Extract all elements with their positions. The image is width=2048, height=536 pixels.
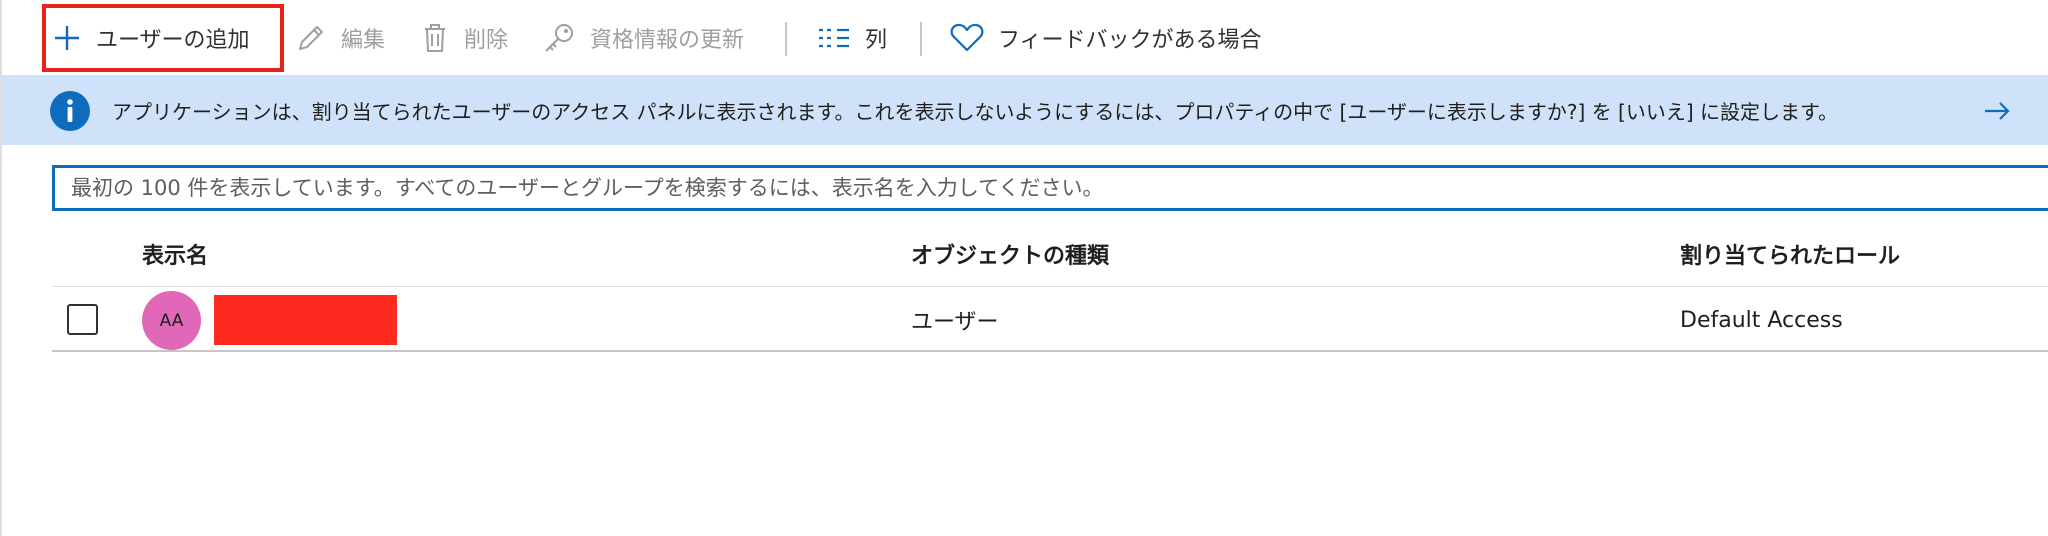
row-divider xyxy=(52,350,2048,352)
update-credentials-label: 資格情報の更新 xyxy=(590,28,745,53)
add-user-button[interactable]: ユーザーの追加 xyxy=(52,0,250,76)
add-user-label: ユーザーの追加 xyxy=(96,28,250,53)
info-banner: アプリケーションは、割り当てられたユーザーのアクセス パネルに表示されます。これ… xyxy=(2,76,2048,145)
page: ユーザーの追加 編集 削除 資格情報の更新 列 フィードバックがある場合 アプリ… xyxy=(0,0,2048,536)
column-header-object-type[interactable]: オブジェクトの種類 xyxy=(911,236,1109,272)
update-credentials-button[interactable]: 資格情報の更新 xyxy=(542,0,744,76)
trash-icon xyxy=(420,22,450,54)
toolbar-divider xyxy=(920,22,922,56)
feedback-button[interactable]: フィードバックがある場合 xyxy=(950,0,1262,76)
edit-button[interactable]: 編集 xyxy=(295,0,385,76)
key-icon xyxy=(542,21,576,55)
delete-button[interactable]: 削除 xyxy=(420,0,508,76)
heart-icon xyxy=(950,23,984,53)
plus-icon xyxy=(52,23,82,53)
row-checkbox[interactable] xyxy=(67,304,98,335)
command-bar: ユーザーの追加 編集 削除 資格情報の更新 列 フィードバックがある場合 xyxy=(2,0,2048,76)
arrow-right-icon[interactable] xyxy=(1982,96,2012,126)
redacted-display-name xyxy=(214,295,397,345)
search-box[interactable] xyxy=(52,165,2048,211)
cell-object-type: ユーザー xyxy=(911,310,999,335)
toolbar-divider xyxy=(785,22,787,56)
info-icon xyxy=(50,91,90,131)
pencil-icon xyxy=(295,22,327,54)
header-divider xyxy=(52,286,2048,287)
columns-button[interactable]: 列 xyxy=(817,0,887,76)
columns-label: 列 xyxy=(865,28,888,53)
search-input[interactable] xyxy=(71,176,1971,200)
banner-message: アプリケーションは、割り当てられたユーザーのアクセス パネルに表示されます。これ… xyxy=(112,100,1839,124)
columns-icon xyxy=(817,25,851,51)
column-header-assigned-role[interactable]: 割り当てられたロール xyxy=(1680,236,1900,272)
cell-assigned-role: Default Access xyxy=(1680,307,1843,333)
delete-label: 削除 xyxy=(464,28,509,53)
edit-label: 編集 xyxy=(341,28,386,53)
avatar: AA xyxy=(142,291,201,350)
feedback-label: フィードバックがある場合 xyxy=(998,28,1262,53)
column-header-display-name[interactable]: 表示名 xyxy=(142,236,208,272)
